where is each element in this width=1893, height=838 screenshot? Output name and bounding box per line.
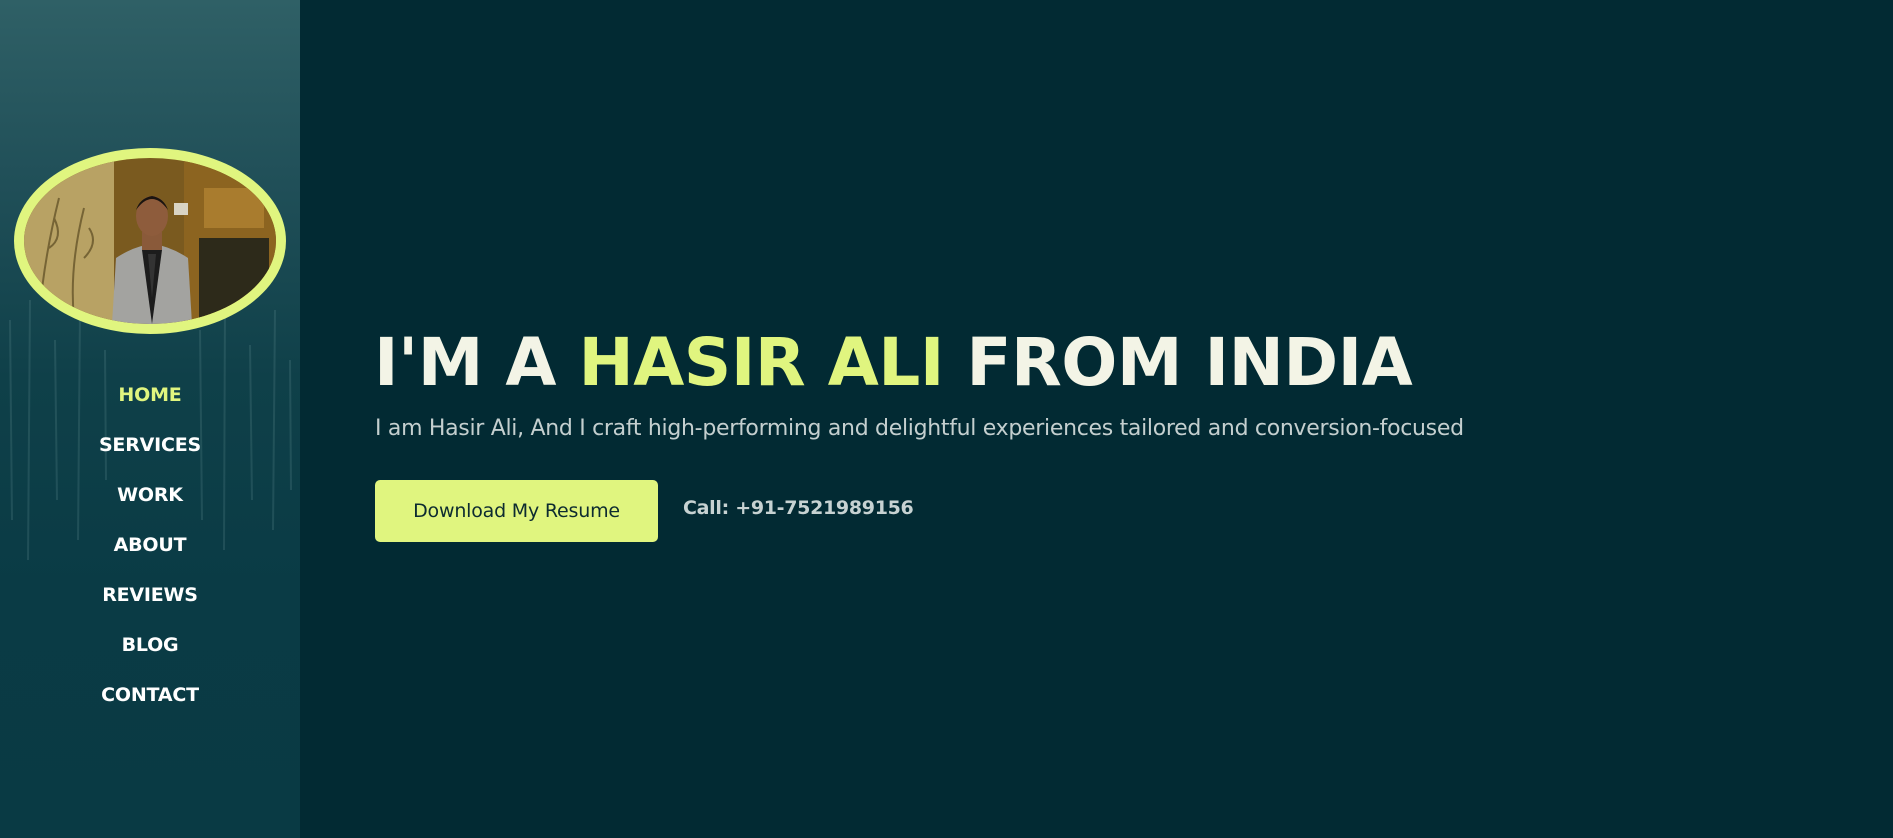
nav-item-reviews: REVIEWS: [0, 570, 300, 620]
nav-link-blog[interactable]: BLOG: [122, 634, 179, 656]
nav-item-work: WORK: [0, 470, 300, 520]
nav-link-services[interactable]: SERVICES: [99, 434, 201, 456]
download-resume-button[interactable]: Download My Resume: [375, 480, 658, 542]
cta-row: Download My Resume Call: +91-7521989156: [375, 480, 914, 542]
nav-link-about[interactable]: ABOUT: [114, 534, 187, 556]
nav-item-home: HOME: [0, 370, 300, 420]
headline-name: HASIR ALI: [578, 324, 944, 401]
nav-item-about: ABOUT: [0, 520, 300, 570]
call-phone-link[interactable]: Call: +91-7521989156: [683, 497, 914, 519]
hero-headline: I'M A HASIR ALI FROM INDIA: [374, 318, 1413, 408]
hero-section: I'M A HASIR ALI FROM INDIA I am Hasir Al…: [300, 0, 1893, 838]
profile-avatar: [14, 148, 286, 334]
nav-link-work[interactable]: WORK: [117, 484, 183, 506]
nav-item-blog: BLOG: [0, 620, 300, 670]
sidebar: HOME SERVICES WORK ABOUT REVIEWS BLOG CO…: [0, 0, 300, 838]
sidebar-nav: HOME SERVICES WORK ABOUT REVIEWS BLOG CO…: [0, 370, 300, 720]
headline-suffix: FROM INDIA: [943, 324, 1413, 401]
page: HOME SERVICES WORK ABOUT REVIEWS BLOG CO…: [0, 0, 1893, 838]
headline-prefix: I'M A: [374, 324, 579, 401]
nav-item-services: SERVICES: [0, 420, 300, 470]
hero-subtitle: I am Hasir Ali, And I craft high-perform…: [375, 416, 1464, 441]
profile-photo: [24, 158, 276, 324]
nav-link-contact[interactable]: CONTACT: [101, 684, 199, 706]
nav-link-home[interactable]: HOME: [118, 384, 181, 406]
nav-link-reviews[interactable]: REVIEWS: [102, 584, 198, 606]
nav-item-contact: CONTACT: [0, 670, 300, 720]
